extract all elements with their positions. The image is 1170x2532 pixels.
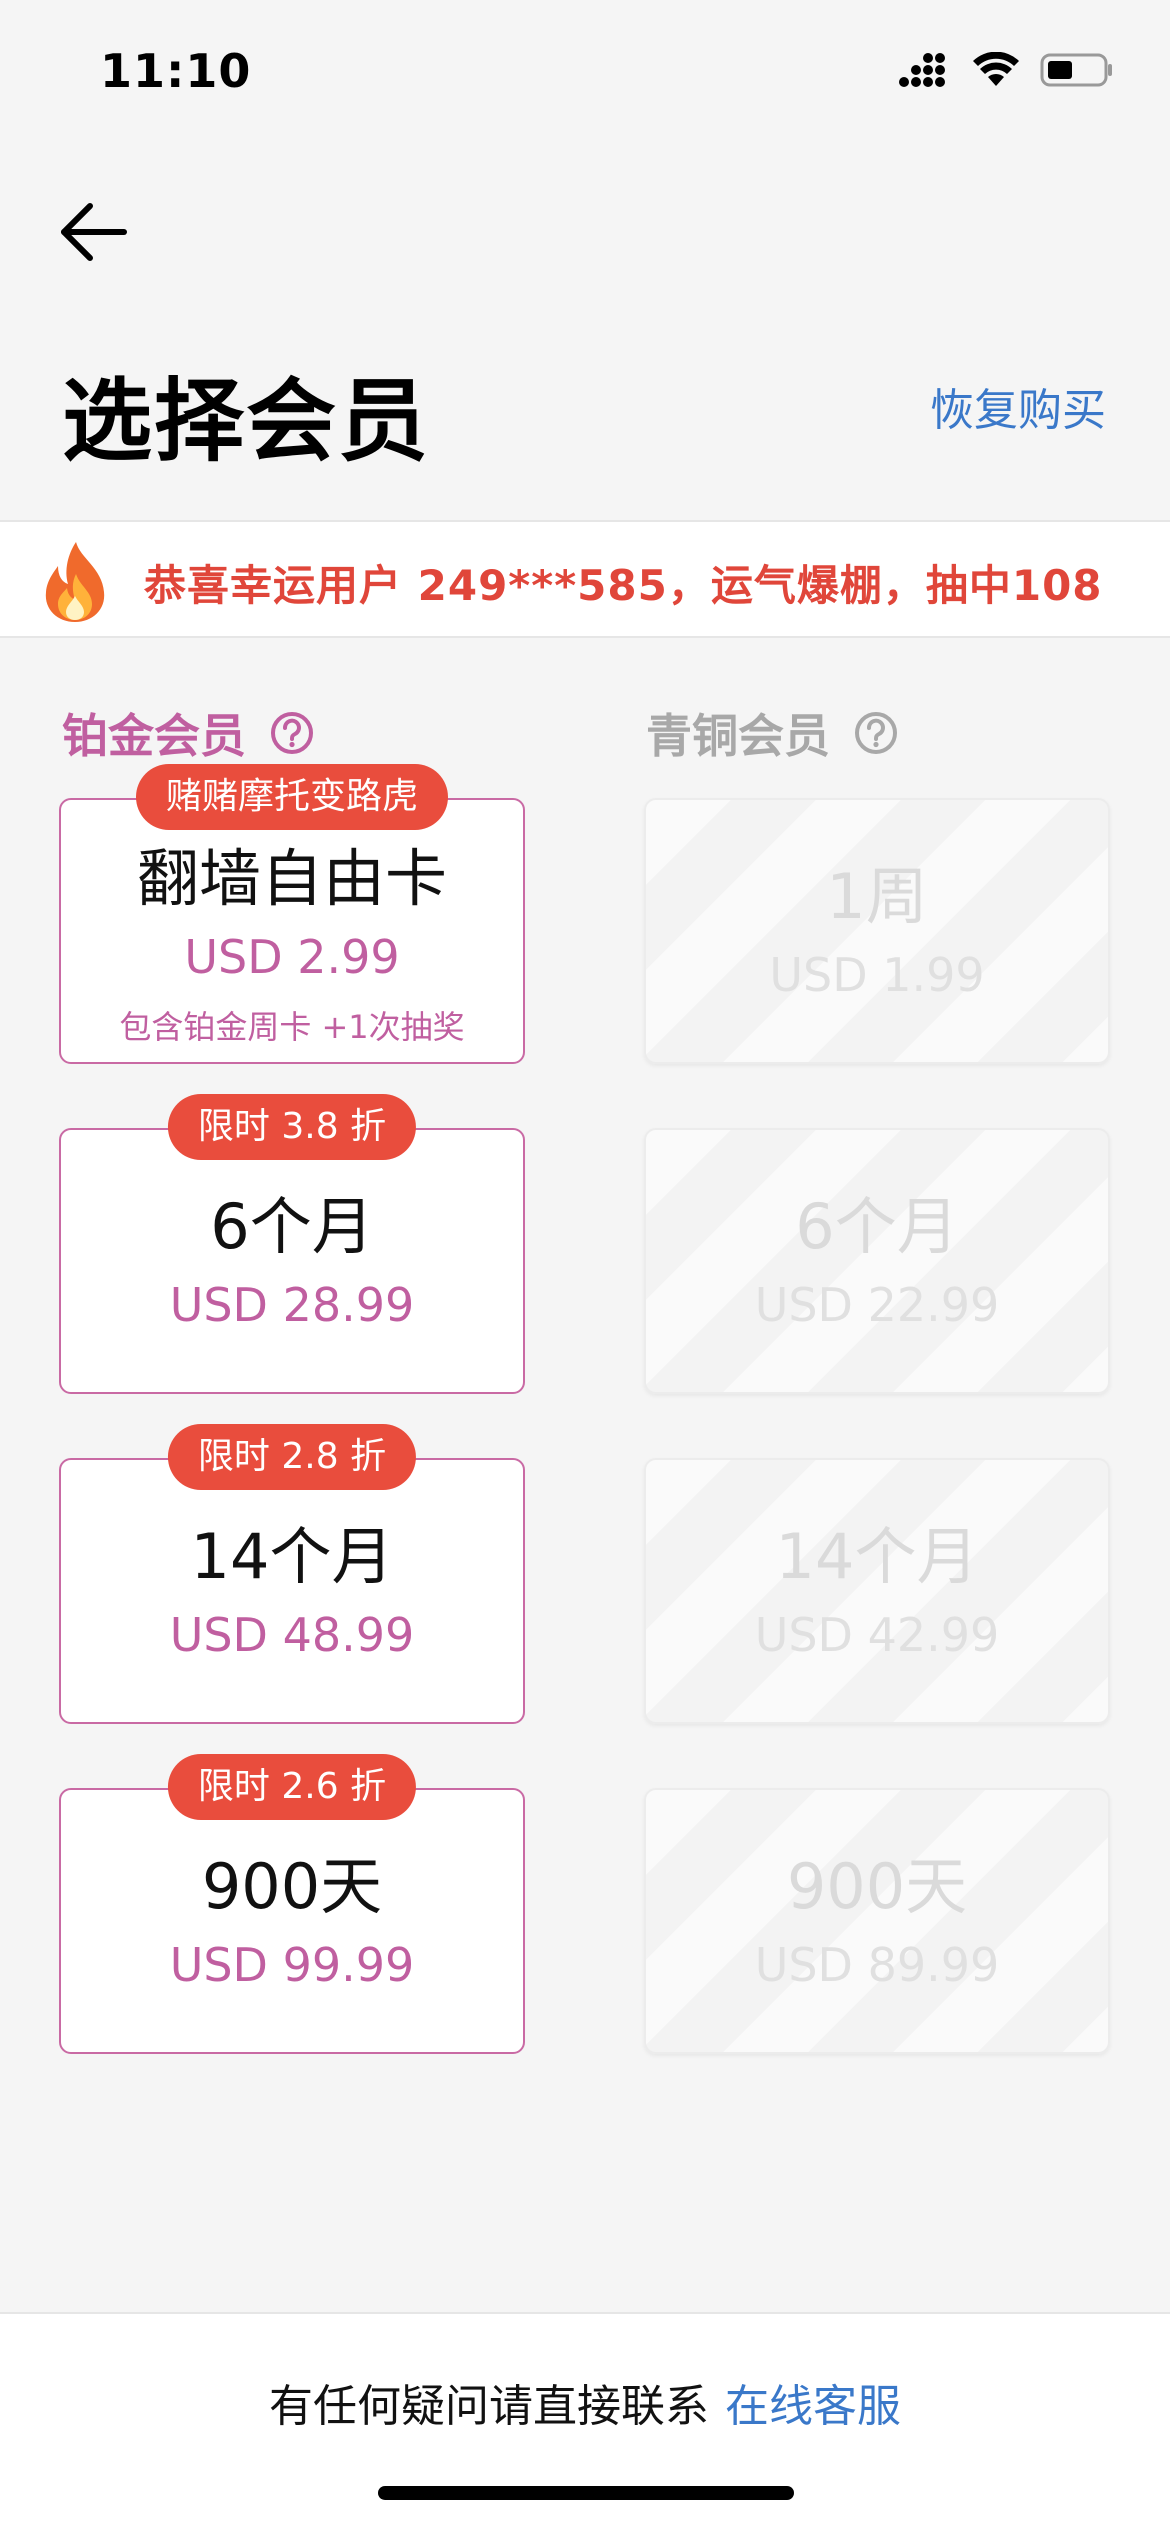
status-icons (898, 52, 1114, 88)
battery-icon (1040, 53, 1112, 87)
bronze-header: 青铜会员 (646, 700, 898, 766)
platinum-plan-card[interactable]: 限时 2.6 折 900天 USD 99.99 (59, 1754, 525, 2054)
plan-badge: 限时 2.8 折 (167, 1424, 417, 1490)
signal-icon (899, 53, 945, 87)
plan-badge: 限时 2.6 折 (167, 1754, 417, 1820)
back-arrow-icon (61, 203, 127, 261)
platinum-plan-card[interactable]: 限时 3.8 折 6个月 USD 28.99 (59, 1094, 525, 1394)
bronze-plan-card[interactable]: 6个月 USD 22.99 (644, 1128, 1110, 1394)
plan-title: 6个月 (210, 1190, 374, 1263)
plan-price: USD 99.99 (169, 1938, 415, 1992)
platinum-header: 铂金会员 (62, 700, 314, 766)
plan-badge: 限时 3.8 折 (167, 1094, 417, 1160)
footer-line: 有任何疑问请直接联系 在线客服 (0, 2370, 1170, 2434)
plan-title: 翻墙自由卡 (136, 842, 447, 915)
plan-price: USD 89.99 (754, 1938, 1000, 1992)
announcement-banner: 恭喜幸运用户 249***585，运气爆棚，抽中108 (0, 520, 1170, 638)
page-title: 选择会员 (62, 369, 430, 474)
bronze-plan-card[interactable]: 900天 USD 89.99 (644, 1788, 1110, 2054)
plan-title: 900天 (786, 1850, 968, 1923)
platinum-plan-card[interactable]: 赌赌摩托变路虎 翻墙自由卡 USD 2.99 包含铂金周卡 +1次抽奖 (59, 764, 525, 1064)
fire-icon (45, 542, 105, 622)
plan-title: 900天 (201, 1850, 383, 1923)
plan-price: USD 48.99 (169, 1608, 415, 1662)
plan-title: 14个月 (775, 1520, 979, 1593)
plan-title: 6个月 (795, 1190, 959, 1263)
back-button[interactable] (48, 192, 138, 272)
plan-note: 包含铂金周卡 +1次抽奖 (119, 1008, 465, 1046)
bronze-plan-card[interactable]: 1周 USD 1.99 (644, 798, 1110, 1064)
status-bar: 11:10 (0, 0, 1170, 150)
help-icon[interactable] (270, 711, 314, 755)
bronze-plan-card[interactable]: 14个月 USD 42.99 (644, 1458, 1110, 1724)
plan-title: 1周 (826, 860, 928, 933)
plan-title: 14个月 (190, 1520, 394, 1593)
plan-badge: 赌赌摩托变路虎 (135, 764, 449, 830)
status-time: 11:10 (100, 44, 252, 98)
home-indicator[interactable] (378, 2486, 794, 2500)
plan-price: USD 2.99 (184, 930, 400, 984)
wifi-icon (973, 52, 1019, 86)
bronze-header-label: 青铜会员 (646, 709, 830, 763)
footer-text: 有任何疑问请直接联系 (269, 2381, 709, 2432)
platinum-header-label: 铂金会员 (62, 709, 246, 763)
plan-price: USD 42.99 (754, 1608, 1000, 1662)
plan-price: USD 28.99 (169, 1278, 415, 1332)
plan-price: USD 1.99 (769, 948, 985, 1002)
plan-price: USD 22.99 (754, 1278, 1000, 1332)
help-icon[interactable] (854, 711, 898, 755)
announcement-text: 恭喜幸运用户 249***585，运气爆棚，抽中108 (144, 561, 1103, 610)
online-support-link[interactable]: 在线客服 (725, 2381, 901, 2432)
platinum-plan-card[interactable]: 限时 2.8 折 14个月 USD 48.99 (59, 1424, 525, 1724)
restore-purchase-link[interactable]: 恢复购买 (930, 374, 1106, 438)
